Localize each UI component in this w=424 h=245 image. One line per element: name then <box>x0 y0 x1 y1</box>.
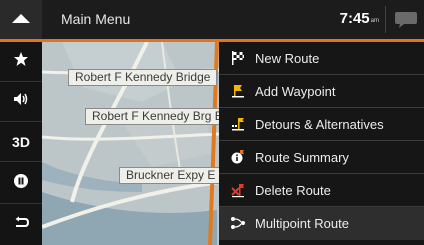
menu-item-add-waypoint[interactable]: Add Waypoint <box>219 75 424 108</box>
menu-item-label: Detours & Alternatives <box>255 117 384 132</box>
pause-button[interactable] <box>0 164 42 204</box>
volume-icon <box>13 92 29 111</box>
volume-button[interactable] <box>0 82 42 122</box>
menu-item-new-route[interactable]: New Route <box>219 42 424 75</box>
menu-item-multipoint-route[interactable]: Multipoint Route <box>219 207 424 240</box>
menu-item-detours[interactable]: Detours & Alternatives <box>219 108 424 141</box>
menu-item-label: Delete Route <box>255 183 331 198</box>
favorites-button[interactable] <box>0 42 42 82</box>
view-mode-button[interactable]: 3D <box>0 122 42 162</box>
road-label: Bruckner Expy E <box>119 167 223 184</box>
road-label: Robert F Kennedy Brg E <box>85 108 230 125</box>
menu-item-delete-route[interactable]: Delete Route <box>219 174 424 207</box>
route-menu: New Route Add Waypoint Detours & Alterna… <box>219 42 424 245</box>
navigation-screen: Robert F Kennedy Bridge Robert F Kennedy… <box>0 0 424 245</box>
pause-icon <box>13 173 29 194</box>
clock-ampm: am <box>370 18 379 24</box>
waypoint-flag-icon <box>230 83 246 99</box>
detour-icon <box>230 116 246 132</box>
clock: 7:45am <box>340 10 379 30</box>
menu-item-label: New Route <box>255 51 320 66</box>
menu-item-label: Multipoint Route <box>255 216 349 231</box>
side-toolbar: 3D <box>0 42 42 245</box>
road-label: Robert F Kennedy Bridge <box>68 69 218 86</box>
menu-item-label: Route Summary <box>255 150 349 165</box>
header-divider <box>385 6 386 33</box>
up-button[interactable] <box>0 0 42 39</box>
delete-route-icon <box>230 182 246 198</box>
multipoint-route-icon <box>230 215 246 231</box>
up-arrow-icon <box>11 11 31 29</box>
menu-item-label: Add Waypoint <box>255 84 336 99</box>
message-bubble-icon[interactable] <box>394 10 418 30</box>
route-summary-icon <box>230 149 246 165</box>
back-button[interactable] <box>0 205 42 245</box>
star-icon <box>13 51 29 72</box>
view-mode-icon: 3D <box>12 133 30 150</box>
page-title: Main Menu <box>61 11 131 27</box>
header-bar: Main Menu 7:45am <box>0 0 424 42</box>
checkered-flag-icon <box>230 50 246 66</box>
menu-item-route-summary[interactable]: Route Summary <box>219 141 424 174</box>
back-icon <box>13 216 30 235</box>
clock-time: 7:45 <box>339 10 370 27</box>
